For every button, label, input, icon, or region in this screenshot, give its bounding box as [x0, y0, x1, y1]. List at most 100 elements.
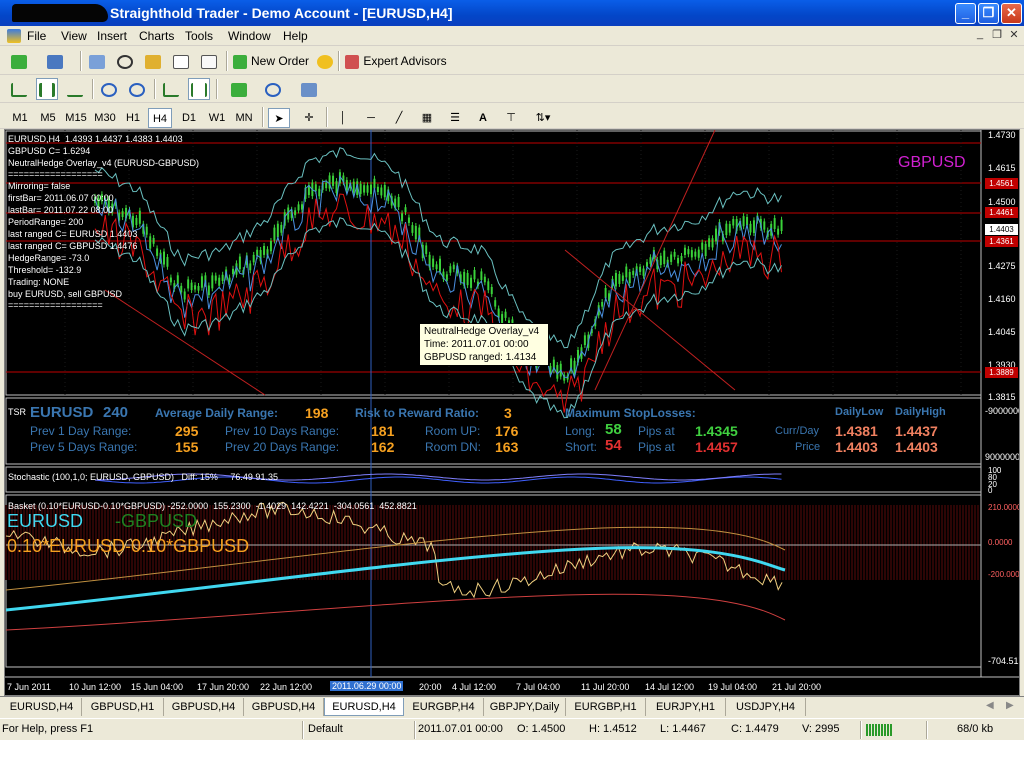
autotrading-warning-button[interactable]	[314, 50, 336, 72]
menu-tools[interactable]: Tools	[185, 29, 213, 43]
menu-help[interactable]: Help	[283, 29, 308, 43]
tf-d1[interactable]: D1	[177, 108, 201, 128]
candle-body	[752, 220, 755, 234]
zoom-out-button[interactable]	[126, 78, 148, 100]
candle-body	[673, 251, 676, 257]
time-tick: 21 Jul 20:00	[772, 682, 822, 692]
status-volume: V: 2995	[802, 723, 840, 735]
candlestick-button[interactable]	[36, 78, 58, 100]
tf-m1[interactable]: M1	[8, 108, 32, 128]
candle-body	[728, 223, 731, 233]
navigator-icon	[145, 54, 161, 69]
templates-button[interactable]	[294, 78, 324, 100]
profiles-button[interactable]	[44, 50, 66, 72]
navigator-button[interactable]	[142, 50, 164, 72]
bar-chart-button[interactable]	[8, 78, 30, 100]
chart-tab[interactable]: GBPUSD,H4	[164, 698, 244, 716]
price-tick: 1.4500	[988, 197, 1016, 207]
time-tick: 7 Jul 04:00	[516, 682, 561, 692]
candle-body	[732, 218, 735, 226]
tab-scroll-left-icon[interactable]: ◀	[986, 700, 994, 711]
candle-body	[618, 273, 621, 284]
connection-icon[interactable]	[866, 724, 892, 736]
mdi-restore-button[interactable]: ❐	[989, 28, 1005, 42]
indicators-button[interactable]	[224, 78, 254, 100]
tf-w1[interactable]: W1	[205, 108, 229, 128]
menu-view[interactable]: View	[61, 29, 87, 43]
candle-body	[221, 274, 224, 281]
price-high: 1.4403	[895, 439, 938, 455]
candle-body	[166, 257, 169, 267]
menu-charts[interactable]: Charts	[139, 29, 174, 43]
auto-scroll-icon	[163, 82, 179, 97]
zoom-in-button[interactable]	[98, 78, 120, 100]
tf-mn[interactable]: MN	[232, 108, 256, 128]
expert-advisors-button[interactable]: Expert Advisors	[343, 50, 449, 72]
tf-m30[interactable]: M30	[92, 108, 118, 128]
daily-low-label: DailyLow	[835, 406, 884, 418]
long-stoploss-value: 58	[605, 421, 622, 438]
text-label-tool[interactable]: ⊤	[500, 108, 522, 128]
minimize-button[interactable]: _	[955, 3, 976, 24]
tf-h4[interactable]: H4	[148, 108, 172, 128]
chart-tab[interactable]: EURGBP,H1	[566, 698, 646, 716]
tab-scroll-right-icon[interactable]: ▶	[1006, 700, 1014, 711]
chart-window-icon[interactable]	[7, 29, 21, 43]
menu-window[interactable]: Window	[228, 29, 271, 43]
chart-tab-active[interactable]: EURUSD,H4	[324, 698, 404, 716]
periods-button[interactable]	[258, 78, 288, 100]
tooltip-value: GBPUSD ranged: 1.4134	[424, 352, 537, 363]
text-tool[interactable]: A	[472, 108, 494, 128]
terminal-icon	[173, 54, 189, 69]
crosshair-tool[interactable]: ✛	[298, 108, 320, 128]
strategy-tester-button[interactable]	[198, 50, 220, 72]
terminal-button[interactable]	[170, 50, 192, 72]
candle-body	[187, 279, 190, 289]
candle-body	[777, 228, 780, 235]
zoom-out-icon	[129, 82, 145, 97]
tf-h1[interactable]: H1	[121, 108, 145, 128]
candle-body	[642, 268, 645, 276]
chart-tab[interactable]: EURGBP,H4	[404, 698, 484, 716]
horizontal-line-tool[interactable]: ─	[360, 108, 382, 128]
candle-body	[439, 258, 441, 272]
chart-header: EURUSD,H4 1.4393 1.4437 1.4383 1.4403	[8, 134, 183, 144]
tf-m5[interactable]: M5	[36, 108, 60, 128]
line-chart-button[interactable]	[64, 78, 86, 100]
fibonacci-tool[interactable]: ☰	[444, 108, 466, 128]
mdi-minimize-button[interactable]: _	[972, 28, 988, 42]
candle-body	[363, 185, 366, 193]
auto-scroll-button[interactable]	[160, 78, 182, 100]
menu-file[interactable]: File	[27, 29, 46, 43]
candle-body	[749, 223, 752, 233]
close-button[interactable]: ✕	[1001, 3, 1022, 24]
candle-body	[183, 291, 186, 300]
chart-shift-button[interactable]	[188, 78, 210, 100]
vertical-line-tool[interactable]: │	[332, 108, 354, 128]
market-watch-button[interactable]	[86, 50, 108, 72]
data-window-button[interactable]	[114, 50, 136, 72]
channel-tool[interactable]: ▦	[416, 108, 438, 128]
chart-tab[interactable]: GBPUSD,H4	[244, 698, 324, 716]
candle-body	[332, 175, 335, 186]
chart-window[interactable]: EURUSD,H4 1.4393 1.4437 1.4383 1.4403 GB…	[4, 129, 1020, 696]
trendline-tool[interactable]: ╱	[388, 108, 410, 128]
new-order-button[interactable]: New Order	[232, 50, 310, 72]
arrows-tool[interactable]: ⇅▾	[530, 108, 556, 128]
chart-shift-icon	[191, 82, 207, 97]
status-time: 2011.07.01 00:00	[418, 723, 503, 735]
mdi-close-button[interactable]: ✕	[1006, 28, 1022, 42]
tf-m15[interactable]: M15	[63, 108, 89, 128]
candle-body	[414, 225, 417, 240]
chart-tab[interactable]: USDJPY,H4	[726, 698, 806, 716]
new-chart-button[interactable]	[8, 50, 30, 72]
chart-tab[interactable]: GBPUSD,H1	[82, 698, 164, 716]
candle-body	[366, 185, 369, 193]
candle-body	[659, 255, 662, 266]
chart-tab[interactable]: EURJPY,H1	[646, 698, 726, 716]
restore-button[interactable]: ❐	[978, 3, 999, 24]
chart-tab[interactable]: EURUSD,H4	[2, 698, 82, 716]
cursor-tool[interactable]: ➤	[268, 108, 290, 128]
menu-insert[interactable]: Insert	[97, 29, 127, 43]
chart-tab[interactable]: GBPJPY,Daily	[484, 698, 566, 716]
